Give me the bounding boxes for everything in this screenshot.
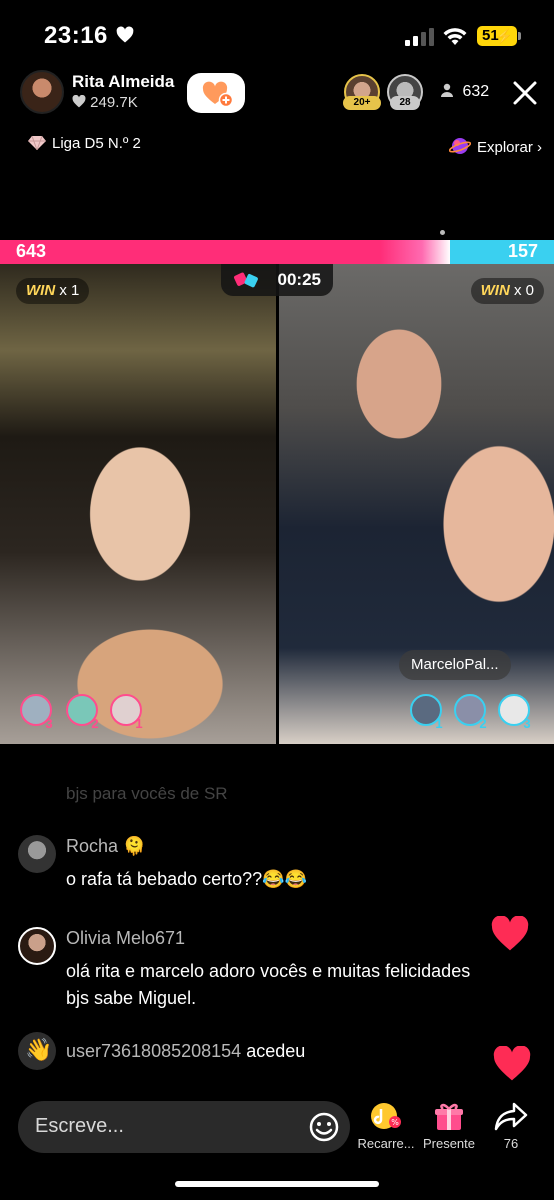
heart-icon	[116, 26, 134, 43]
recharge-icon: %	[371, 1103, 401, 1129]
status-time: 23:16	[44, 22, 108, 49]
wave-icon: 👋	[18, 1032, 56, 1070]
win-streak-left: WIN x 1	[16, 278, 90, 304]
opponent-name-tag[interactable]: MarceloPal...	[399, 650, 511, 680]
viewer-count[interactable]: 632	[440, 83, 489, 101]
status-bar: 23:16 51 ⚡	[0, 0, 554, 72]
battle-icon	[234, 272, 258, 288]
chat-username[interactable]: Olivia Melo671	[66, 928, 185, 949]
battle-timer-value: 00:25	[277, 270, 321, 289]
emoji-icon[interactable]	[308, 1111, 340, 1143]
win-label: WIN	[480, 282, 510, 299]
explore-button[interactable]: Explorar ›	[448, 135, 542, 157]
battle-split-effect	[380, 240, 450, 264]
win-streak-right: WIN x 0	[470, 278, 544, 304]
top-gifter-rank: 3	[45, 716, 53, 731]
chat-username[interactable]: Rocha 🫠	[66, 836, 145, 857]
home-indicator[interactable]	[175, 1181, 379, 1187]
join-action: acedeu	[246, 1041, 306, 1061]
gem-icon	[28, 136, 46, 150]
follow-button[interactable]	[187, 73, 245, 113]
planet-icon	[448, 138, 471, 154]
top-viewer-badge: 28	[390, 96, 420, 110]
close-icon[interactable]	[512, 80, 538, 106]
share-button[interactable]: 76	[490, 1100, 532, 1151]
faded-chat-line: bjs para vocês de SR	[66, 784, 228, 803]
win-count: x 1	[59, 282, 80, 299]
gift-icon	[435, 1103, 463, 1130]
share-icon	[494, 1102, 528, 1131]
join-text: user73618085208154 acedeu	[66, 1041, 305, 1062]
wifi-icon	[443, 28, 467, 45]
chat-text: o rafa tá bebado certo??😂😂	[66, 869, 307, 889]
win-count: x 0	[513, 282, 534, 299]
share-count: 76	[503, 1136, 519, 1151]
score-right: 157	[507, 241, 538, 261]
svg-text:%: %	[391, 1118, 399, 1127]
top-gifter-rank: 1	[435, 716, 443, 731]
recharge-button[interactable]: % Recarre...	[356, 1100, 416, 1151]
user-avatar[interactable]	[18, 835, 56, 873]
comment-input[interactable]: Escreve...	[18, 1101, 350, 1153]
host-video[interactable]: WIN x 1 3 2 1	[0, 264, 276, 744]
league-label: Liga D5 N.º 2	[52, 135, 141, 152]
league-badge[interactable]: Liga D5 N.º 2	[28, 135, 141, 152]
chat-text: olá rita e marcelo adoro vocês e muitas …	[66, 961, 471, 1008]
floating-heart-icon	[491, 916, 529, 951]
top-gifter-rank: 3	[523, 716, 531, 731]
signal-icon	[405, 28, 434, 46]
explore-label: Explorar	[476, 139, 533, 156]
recharge-label: Recarre...	[357, 1136, 415, 1151]
gift-button[interactable]: Presente	[418, 1100, 480, 1151]
score-left: 643	[16, 241, 47, 261]
host-likes: 249.7K	[72, 94, 138, 111]
top-gifter-rank: 1	[135, 716, 143, 731]
join-username[interactable]: user73618085208154	[66, 1041, 241, 1061]
follow-heart-icon	[202, 81, 233, 107]
comment-placeholder: Escreve...	[35, 1115, 124, 1137]
emoji-badge-icon: 🫠	[123, 836, 146, 856]
page-indicator	[440, 230, 445, 235]
user-avatar[interactable]	[18, 927, 56, 965]
host-name: Rita Almeida	[72, 72, 175, 91]
battery-icon: 51 ⚡	[477, 26, 521, 46]
host-likes-count: 249.7K	[90, 94, 138, 111]
top-gifter-rank: 2	[479, 716, 487, 731]
battle-score-bar: 643 157	[0, 240, 554, 264]
battle-timer: 00:25	[221, 264, 333, 296]
host-avatar[interactable]	[20, 70, 64, 114]
floating-heart-icon	[493, 1046, 531, 1081]
person-icon	[441, 83, 453, 97]
top-viewer-badge: 20+	[343, 96, 381, 110]
viewer-count-value: 632	[462, 83, 490, 100]
heart-icon	[72, 94, 86, 108]
gift-label: Presente	[422, 1136, 476, 1151]
win-label: WIN	[26, 282, 56, 299]
top-gifter-rank: 2	[91, 716, 99, 731]
